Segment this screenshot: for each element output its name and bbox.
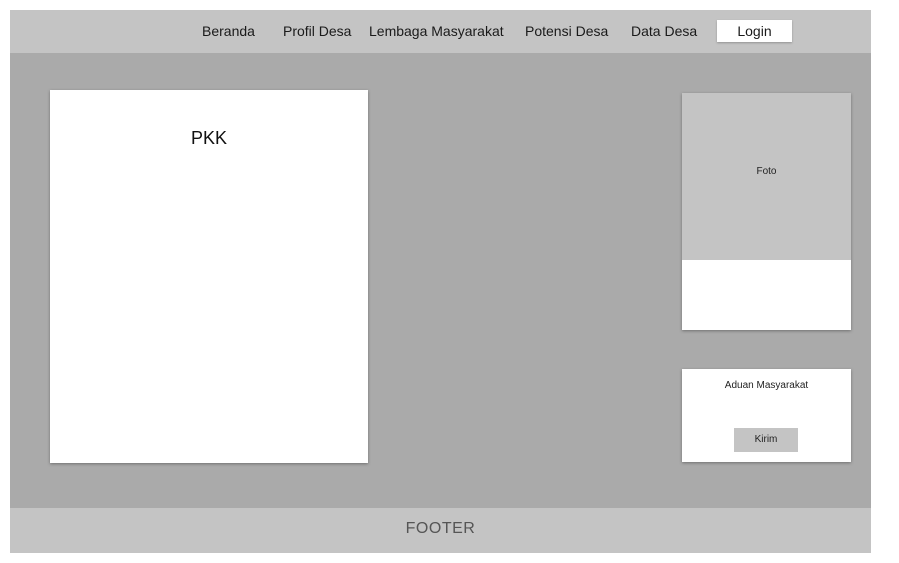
nav-item-profil-desa[interactable]: Profil Desa [283, 23, 351, 39]
complaint-card: Aduan Masyarakat Kirim [682, 369, 851, 462]
complaint-title: Aduan Masyarakat [724, 380, 809, 391]
content-card: PKK [50, 90, 368, 463]
navbar: Beranda Profil Desa Lembaga Masyarakat P… [10, 10, 871, 53]
nav-item-lembaga-masyarakat[interactable]: Lembaga Masyarakat [369, 23, 504, 39]
nav-item-beranda[interactable]: Beranda [202, 23, 255, 39]
login-button[interactable]: Login [717, 20, 792, 42]
footer: FOOTER [10, 508, 871, 553]
footer-text: FOOTER [405, 520, 476, 537]
content-title: PKK [190, 128, 228, 148]
nav-item-potensi-desa[interactable]: Potensi Desa [525, 23, 608, 39]
nav-item-data-desa[interactable]: Data Desa [631, 23, 697, 39]
send-button[interactable]: Kirim [734, 428, 798, 452]
page-frame: Beranda Profil Desa Lembaga Masyarakat P… [10, 10, 871, 553]
photo-label: Foto [756, 166, 777, 177]
photo-card: Foto [682, 93, 851, 330]
photo-placeholder: Foto [682, 93, 851, 260]
